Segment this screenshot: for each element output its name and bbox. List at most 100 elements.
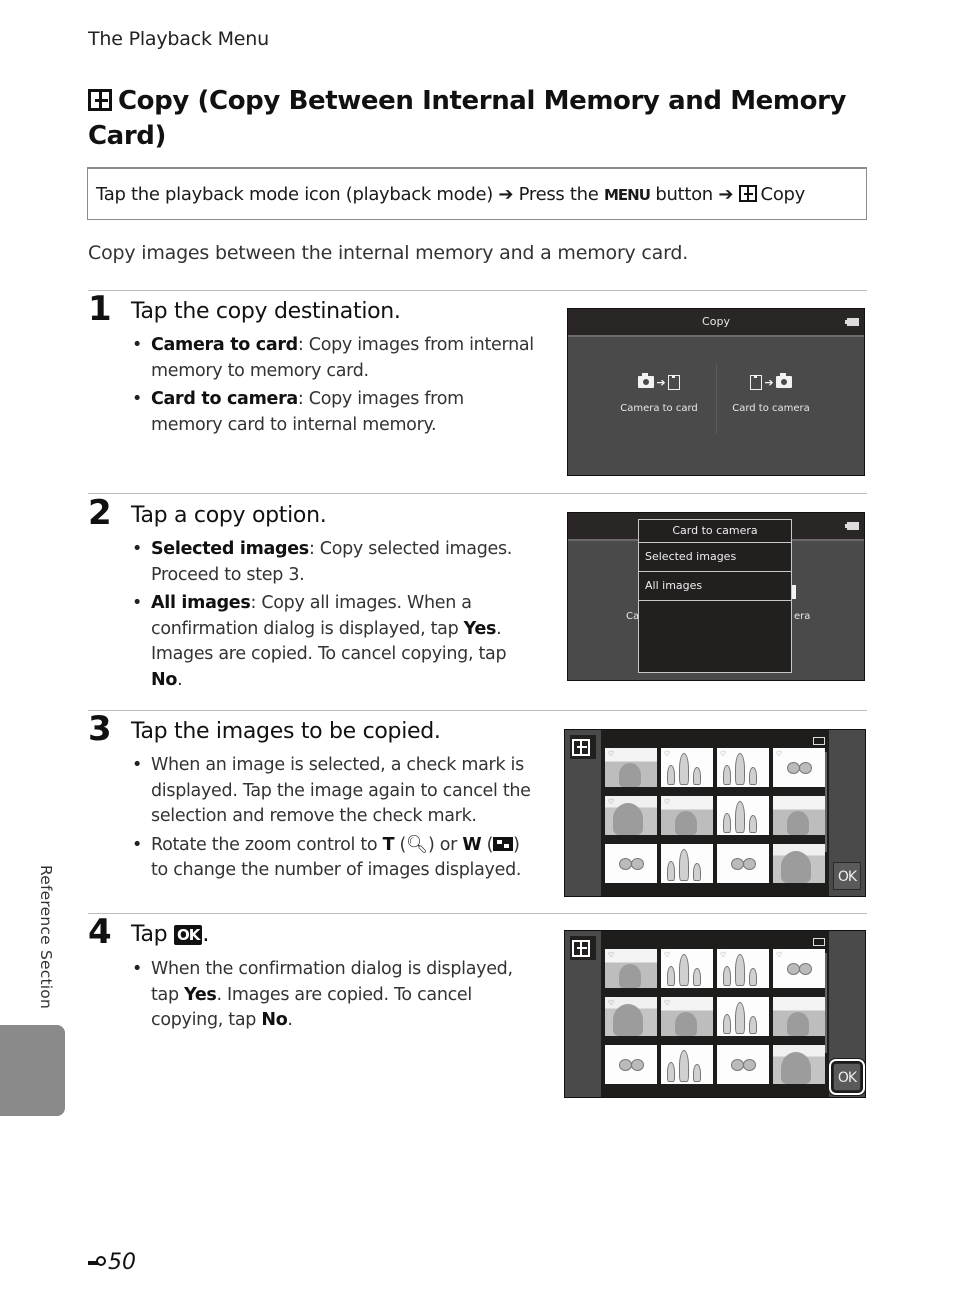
thumbnail-flower[interactable]: ♡ (773, 748, 825, 787)
screen-title: Copy (702, 315, 730, 328)
copy-icon (572, 738, 590, 756)
step-1-bullets: Camera to card: Copy images from interna… (130, 333, 540, 441)
description: ) or (427, 834, 463, 855)
battery-icon (813, 938, 825, 946)
person-figure (679, 954, 689, 986)
copy-option-popup: Card to camera Selected images All image… (638, 519, 792, 673)
popup-title: Card to camera (639, 520, 791, 543)
favorite-icon: ♡ (608, 750, 615, 758)
thumbnail-family[interactable] (717, 997, 769, 1036)
thumbnail-portrait[interactable] (773, 1045, 825, 1084)
thumbnail-flower[interactable] (605, 844, 657, 883)
person-figure (693, 1064, 701, 1082)
option-label: Camera to card (620, 403, 698, 414)
card-to-camera-option[interactable]: ➔ Card to camera (716, 369, 826, 414)
step-title: Tap the copy destination. (131, 299, 401, 324)
person-figure (781, 851, 811, 883)
bullet-item: All images: Copy all images. When a conf… (130, 591, 540, 693)
page-number: 50 (88, 1250, 136, 1275)
thumbnail-portrait[interactable] (773, 844, 825, 883)
ok-button[interactable]: OK (833, 862, 861, 890)
battery-icon (845, 318, 859, 326)
thumbnail-family[interactable] (717, 796, 769, 835)
thumbnail-flower[interactable] (717, 1045, 769, 1084)
thumbnail-flower[interactable] (717, 844, 769, 883)
step-title-text: Tap (131, 922, 168, 947)
navigation-path-box: Tap the playback mode icon (playback mod… (87, 167, 867, 220)
thumbnail-family[interactable]: ♡ (717, 748, 769, 787)
thumbnail-family[interactable] (661, 844, 713, 883)
copy-mode-button[interactable] (570, 735, 596, 759)
flower-shape (631, 858, 644, 870)
scrollbar[interactable] (825, 953, 827, 1053)
thumbnail-family[interactable]: ♡ (717, 949, 769, 988)
camera-to-card-option[interactable]: ➔ Camera to card (604, 369, 714, 414)
person-figure (679, 849, 689, 881)
ok-button-highlighted[interactable]: OK (833, 1063, 861, 1091)
nav-step-2: Press the (518, 184, 599, 205)
background-label-fragment: era (794, 611, 811, 622)
thumbnail-grid: ♡ ♡ ♡ ♡ ♡ ♡ (605, 949, 825, 1084)
thumbnail-lake[interactable]: ♡ (605, 748, 657, 787)
step-title: Tap a copy option. (131, 503, 327, 528)
favorite-icon: ♡ (720, 951, 727, 959)
person-figure (679, 1050, 689, 1082)
right-panel: OK (829, 931, 865, 1097)
person-figure (781, 1052, 811, 1084)
arrow-icon: ➔ (498, 184, 514, 205)
thumbnail-portrait[interactable]: ♡ (605, 796, 657, 835)
person-figure (749, 767, 757, 785)
term-yes: Yes (463, 618, 497, 639)
term: Camera to card (151, 335, 298, 355)
step-divider (88, 493, 867, 494)
thumbnail-family[interactable] (661, 1045, 713, 1084)
person-figure (723, 813, 731, 833)
favorite-icon: ♡ (720, 750, 727, 758)
person-figure (787, 811, 809, 835)
person-figure (735, 1002, 745, 1034)
thumbnail-family[interactable]: ♡ (661, 748, 713, 787)
bullet-item: Selected images: Copy selected images. P… (130, 537, 540, 588)
description: . (177, 669, 183, 690)
thumbnail-lake[interactable]: ♡ (661, 796, 713, 835)
left-panel (565, 931, 601, 1097)
option-label: Card to camera (732, 403, 810, 414)
person-figure (675, 1012, 697, 1036)
copy-icon (738, 185, 757, 202)
thumbnail-lake[interactable] (773, 997, 825, 1036)
section-side-tab[interactable] (0, 1025, 65, 1116)
zoom-tele-label: T (382, 834, 395, 855)
all-images-option[interactable]: All images (639, 572, 791, 601)
thumbnail-lake[interactable]: ♡ (661, 997, 713, 1036)
step-number: 3 (88, 709, 112, 749)
thumbnail-lake[interactable]: ♡ (605, 949, 657, 988)
copy-menu-screen: Copy ➔ Camera to card ➔ Card to camera (567, 308, 865, 476)
person-figure (693, 863, 701, 881)
thumbnail-flower[interactable] (605, 1045, 657, 1084)
battery-icon (845, 522, 859, 530)
person-figure (693, 968, 701, 986)
thumbnail-lake[interactable] (773, 796, 825, 835)
selected-images-option[interactable]: Selected images (639, 543, 791, 572)
term-no: No (261, 1010, 288, 1030)
description: ( (481, 834, 494, 855)
person-figure (735, 801, 745, 833)
copy-icon (572, 939, 590, 957)
thumbnail-flower[interactable]: ♡ (773, 949, 825, 988)
favorite-icon: ♡ (776, 750, 783, 758)
right-panel: OK (829, 730, 865, 896)
thumbnail-portrait[interactable]: ♡ (605, 997, 657, 1036)
scrollbar[interactable] (825, 752, 827, 852)
person-figure (787, 1012, 809, 1036)
person-figure (667, 1062, 675, 1082)
reference-section-icon (88, 1255, 106, 1270)
description: . (287, 1010, 293, 1030)
thumbnail-family[interactable]: ♡ (661, 949, 713, 988)
favorite-icon: ♡ (664, 798, 671, 806)
flower-shape (631, 1059, 644, 1071)
copy-mode-button[interactable] (570, 936, 596, 960)
step-number: 1 (88, 289, 112, 329)
nav-step-3: Copy (760, 184, 806, 205)
person-figure (675, 811, 697, 835)
description: When an image is selected, a check mark … (151, 755, 531, 826)
